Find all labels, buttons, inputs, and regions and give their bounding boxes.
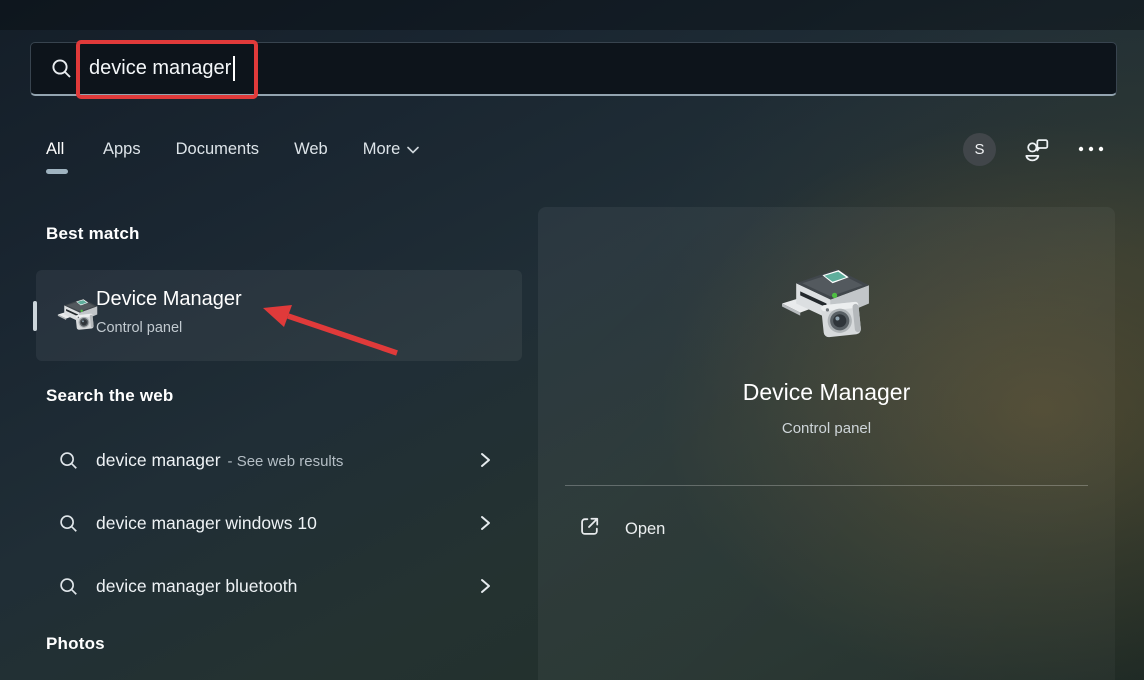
best-match-heading: Best match xyxy=(46,224,140,244)
user-avatar[interactable]: S xyxy=(963,133,996,166)
suggestion-suffix: - See web results xyxy=(228,453,344,470)
open-external-icon xyxy=(578,515,601,543)
search-icon xyxy=(50,57,73,80)
result-title: Device Manager xyxy=(96,288,242,311)
search-icon xyxy=(58,450,79,471)
search-filter-tabs: All Apps Documents Web More xyxy=(46,140,419,174)
device-manager-icon-large xyxy=(778,259,875,353)
search-query-text: device manager xyxy=(89,56,235,81)
selection-indicator xyxy=(33,301,37,331)
more-options-icon[interactable] xyxy=(1076,143,1106,155)
text-cursor xyxy=(233,56,235,81)
web-suggestion-row[interactable]: device manager windows 10 xyxy=(36,500,522,546)
open-label: Open xyxy=(625,520,665,539)
preview-title: Device Manager xyxy=(538,379,1115,406)
divider xyxy=(565,485,1088,486)
tab-apps[interactable]: Apps xyxy=(103,140,141,174)
open-action[interactable]: Open xyxy=(578,515,665,543)
desktop-strip xyxy=(0,0,1144,30)
web-suggestion-row[interactable]: device manager bluetooth xyxy=(36,563,522,609)
search-input[interactable]: device manager xyxy=(30,42,1117,96)
chevron-right-icon[interactable] xyxy=(478,514,492,532)
chevron-right-icon[interactable] xyxy=(478,577,492,595)
tab-more[interactable]: More xyxy=(363,140,420,174)
tab-web[interactable]: Web xyxy=(294,140,328,174)
tab-documents[interactable]: Documents xyxy=(176,140,259,174)
search-icon xyxy=(58,513,79,534)
chevron-down-icon xyxy=(407,146,419,154)
search-web-heading: Search the web xyxy=(46,386,174,406)
preview-subtitle: Control panel xyxy=(538,420,1115,437)
suggestion-query: device manager bluetooth xyxy=(96,576,297,597)
suggestion-query: device manager windows 10 xyxy=(96,513,317,534)
web-suggestion-row[interactable]: device manager - See web results xyxy=(36,437,522,483)
photos-heading: Photos xyxy=(46,634,105,654)
search-icon xyxy=(58,576,79,597)
chevron-right-icon[interactable] xyxy=(478,451,492,469)
tab-all[interactable]: All xyxy=(46,140,68,174)
preview-panel: Device Manager Control panel Open xyxy=(538,207,1115,680)
best-match-result[interactable]: Device Manager Control panel xyxy=(36,270,522,361)
active-tab-underline xyxy=(46,169,68,174)
device-manager-icon xyxy=(56,294,100,340)
windows-search-overlay: device manager All Apps Documents Web Mo… xyxy=(0,0,1144,680)
suggestion-query: device manager xyxy=(96,450,221,471)
result-subtitle: Control panel xyxy=(96,320,182,336)
feedback-icon[interactable] xyxy=(1022,136,1050,164)
